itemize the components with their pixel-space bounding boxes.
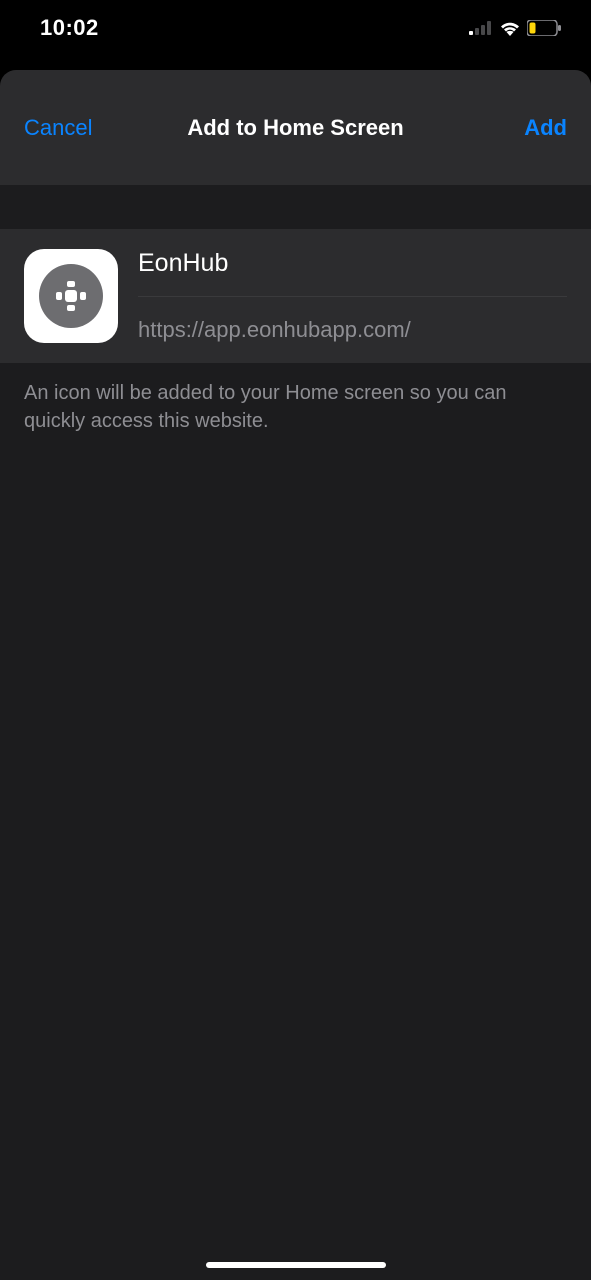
- bookmark-item-row: EonHub https://app.eonhubapp.com/: [0, 229, 591, 363]
- status-bar: 10:02: [0, 0, 591, 55]
- modal-sheet: Cancel Add to Home Screen Add EonHub htt…: [0, 70, 591, 1280]
- wifi-icon: [499, 20, 521, 36]
- description-text: An icon will be added to your Home scree…: [0, 363, 591, 451]
- app-icon: [24, 249, 118, 343]
- spacer: [0, 185, 591, 229]
- bookmark-name-input[interactable]: EonHub: [138, 249, 567, 278]
- modal-header: Cancel Add to Home Screen Add: [0, 70, 591, 185]
- app-icon-glyph: [53, 278, 89, 314]
- status-icons: [469, 20, 561, 36]
- home-indicator[interactable]: [206, 1262, 386, 1268]
- bookmark-url: https://app.eonhubapp.com/: [138, 315, 567, 343]
- cancel-button[interactable]: Cancel: [24, 115, 92, 141]
- item-text-container: EonHub https://app.eonhubapp.com/: [138, 249, 567, 343]
- add-button[interactable]: Add: [524, 115, 567, 141]
- divider: [138, 296, 567, 297]
- battery-icon: [527, 20, 561, 36]
- status-time: 10:02: [40, 15, 99, 41]
- cellular-icon: [469, 21, 493, 35]
